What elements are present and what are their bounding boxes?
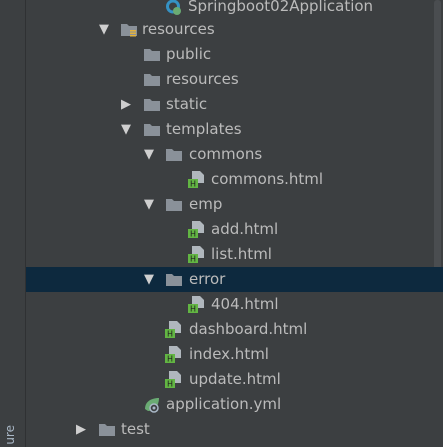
structure-tab-label: ure (3, 425, 17, 445)
tree-item-label: emp (189, 195, 223, 213)
folder-icon (143, 71, 161, 88)
folder-icon (165, 146, 183, 163)
tree-item-application-yml[interactable]: application.yml (26, 392, 443, 417)
folder-icon (98, 421, 116, 438)
chevron-down-icon[interactable]: ▼ (142, 267, 156, 292)
tree-item-label: index.html (189, 345, 269, 363)
tree-item-404-html[interactable]: H 404.html (26, 292, 443, 317)
chevron-down-icon[interactable]: ▼ (142, 142, 156, 167)
spring-yml-icon (143, 396, 161, 413)
html-file-icon: H (165, 371, 183, 389)
chevron-down-icon[interactable]: ▼ (97, 17, 111, 42)
resources-root-folder-icon (120, 21, 138, 38)
tree-item-label: commons.html (211, 170, 324, 188)
tree-item-label: add.html (211, 220, 279, 238)
tree-item-commons-html[interactable]: H commons.html (26, 167, 443, 192)
html-file-icon: H (188, 246, 206, 264)
folder-icon (143, 46, 161, 63)
chevron-right-icon[interactable]: ▶ (74, 417, 88, 442)
html-file-icon: H (188, 221, 206, 239)
spring-boot-class-icon (164, 0, 182, 15)
tree-item-label: resources (142, 20, 215, 38)
tree-item-test[interactable]: ▶ test (26, 417, 443, 442)
tree-item-resources-root[interactable]: ▼ resources (26, 17, 443, 42)
tree-item-error[interactable]: ▼ error (26, 267, 443, 292)
folder-icon (143, 96, 161, 113)
svg-text:H: H (167, 330, 173, 339)
html-file-icon: H (188, 171, 206, 189)
folder-icon (165, 196, 183, 213)
structure-side-tab[interactable]: ure (0, 0, 26, 447)
folder-icon (143, 121, 161, 138)
tree-item-label: list.html (211, 245, 272, 263)
project-tree-panel: ure Springboot02Application ▼ resources (0, 0, 443, 447)
tree-item-list-html[interactable]: H list.html (26, 242, 443, 267)
svg-text:H: H (190, 255, 196, 264)
tree-item-public[interactable]: public (26, 42, 443, 67)
chevron-down-icon[interactable]: ▼ (119, 117, 133, 142)
svg-text:H: H (167, 380, 173, 389)
tree-item-dashboard-html[interactable]: H dashboard.html (26, 317, 443, 342)
tree-item-label: templates (166, 120, 242, 138)
tree-item-label: error (189, 270, 226, 288)
svg-text:H: H (190, 305, 196, 314)
chevron-right-icon[interactable]: ▶ (119, 92, 133, 117)
tree-item-label: update.html (189, 370, 281, 388)
html-file-icon: H (188, 296, 206, 314)
tree-item-label: public (166, 45, 212, 63)
tree-item-add-html[interactable]: H add.html (26, 217, 443, 242)
tree-item-index-html[interactable]: H index.html (26, 342, 443, 367)
tree-item-label: resources (166, 70, 239, 88)
svg-text:H: H (167, 355, 173, 364)
tree-item-emp[interactable]: ▼ emp (26, 192, 443, 217)
html-file-icon: H (165, 346, 183, 364)
tree-item-label: commons (189, 145, 263, 163)
svg-text:H: H (190, 230, 196, 239)
folder-icon (165, 271, 183, 288)
tree-item-label: static (166, 95, 208, 113)
html-file-icon: H (165, 321, 183, 339)
tree-item-resources[interactable]: resources (26, 67, 443, 92)
tree-item-label: application.yml (166, 395, 282, 413)
svg-text:H: H (190, 180, 196, 189)
tree-item-label: 404.html (211, 295, 279, 313)
tree-item-static[interactable]: ▶ static (26, 92, 443, 117)
chevron-down-icon[interactable]: ▼ (142, 192, 156, 217)
tree-item-label: test (121, 420, 150, 438)
tree-item-templates[interactable]: ▼ templates (26, 117, 443, 142)
tree-item-update-html[interactable]: H update.html (26, 367, 443, 392)
tree-item-commons-folder[interactable]: ▼ commons (26, 142, 443, 167)
tree-item-label: dashboard.html (189, 320, 308, 338)
